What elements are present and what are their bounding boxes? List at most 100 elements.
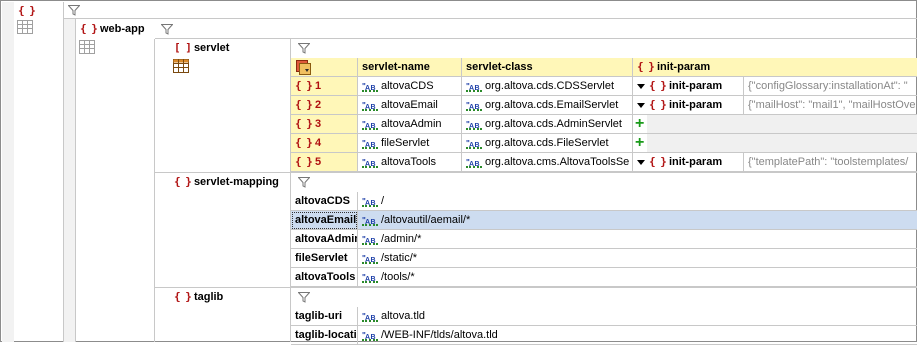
mapping-value-cell[interactable]: " AB/altovautil/aemail/* — [358, 211, 917, 230]
expand-dropdown-icon[interactable] — [637, 83, 645, 89]
object-brace: { } — [174, 290, 192, 303]
servlet-name-value: altovaEmail — [381, 99, 438, 111]
string-type-icon[interactable]: " AB — [466, 80, 482, 93]
string-type-icon[interactable]: " AB — [362, 99, 378, 112]
root-object-brace: { } — [18, 4, 36, 17]
column-header-init-param[interactable]: { } init-param — [633, 58, 917, 77]
string-type-icon[interactable]: " AB — [362, 329, 378, 342]
servlet-class-value: org.altova.cms.AltovaToolsSe — [485, 156, 630, 168]
mapping-value-cell[interactable]: " AB/tools/* — [358, 268, 917, 287]
row-index-cell[interactable]: { } 3 — [291, 115, 358, 134]
filter-icon[interactable] — [298, 292, 310, 303]
table-view-icon[interactable] — [173, 59, 189, 73]
expand-dropdown-icon[interactable] — [637, 159, 645, 165]
column-header-servlet-name[interactable]: servlet-name — [358, 58, 462, 77]
mapping-value-cell[interactable]: " AB/admin/* — [358, 230, 917, 249]
taglib-key-cell[interactable]: taglib-uri — [291, 307, 358, 326]
string-type-icon[interactable]: " AB — [362, 214, 378, 227]
string-type-icon[interactable]: " AB — [466, 118, 482, 131]
object-brace: { } — [295, 136, 313, 149]
string-type-icon[interactable]: " AB — [362, 233, 378, 246]
taglib-value: altova.tld — [381, 310, 426, 322]
init-param-preview: {"configGlossary:installationAt": " — [744, 77, 917, 96]
string-type-icon[interactable]: " AB — [362, 118, 378, 131]
servlet-name-cell[interactable]: " AB altovaEmail — [358, 96, 462, 115]
webapp-gutter — [64, 19, 75, 342]
mapping-key-cell[interactable]: fileServlet — [291, 249, 358, 268]
mapping-value-cell[interactable]: " AB / — [358, 192, 917, 211]
string-type-icon[interactable]: " AB — [362, 310, 378, 323]
table-transpose-icon[interactable] — [296, 60, 312, 75]
string-type-icon[interactable]: " AB — [362, 80, 378, 93]
string-type-icon[interactable]: " AB — [466, 137, 482, 150]
filter-icon[interactable] — [68, 5, 80, 16]
servlet-class-cell[interactable]: " AB org.altova.cds.EmailServlet — [462, 96, 633, 115]
init-param-cell[interactable]: { } init-param — [633, 153, 744, 172]
object-brace: { } — [174, 175, 192, 188]
row-index: 1 — [314, 80, 322, 92]
servlet-node[interactable]: [ ] servlet — [174, 41, 229, 55]
filter-icon[interactable] — [161, 24, 173, 35]
taglib-node[interactable]: { } taglib — [174, 290, 223, 304]
init-param-cell[interactable]: + — [633, 115, 647, 134]
row-index-cell[interactable]: { } 4 — [291, 134, 358, 153]
add-icon[interactable]: + — [635, 115, 644, 132]
table-corner[interactable] — [291, 58, 358, 77]
row-index-cell[interactable]: { } 5 — [291, 153, 358, 172]
webapp-label: web-app — [99, 23, 145, 35]
row-index-cell[interactable]: { } 2 — [291, 96, 358, 115]
servlet-class-value: org.altova.cds.FileServlet — [485, 137, 609, 149]
string-type-icon[interactable]: " AB — [362, 271, 378, 284]
add-icon[interactable]: + — [635, 134, 644, 151]
mapping-key-cell[interactable]: altovaCDS — [291, 192, 358, 211]
grid-view-icon[interactable] — [79, 40, 95, 54]
divider — [155, 287, 917, 288]
string-type-icon[interactable]: " AB — [466, 99, 482, 112]
servlet-name-cell[interactable]: " AB altovaCDS — [358, 77, 462, 96]
init-param-label: init-param — [668, 156, 723, 168]
taglib-key-cell[interactable]: taglib-location — [291, 326, 358, 345]
object-brace: { } — [80, 22, 98, 35]
string-type-icon[interactable]: " AB — [362, 156, 378, 169]
object-brace: { } — [295, 117, 313, 130]
servlet-name-cell[interactable]: " AB altovaTools — [358, 153, 462, 172]
servlet-class-cell[interactable]: " AB org.altova.cds.FileServlet — [462, 134, 633, 153]
servlet-mapping-node[interactable]: { } servlet-mapping — [174, 175, 279, 189]
taglib-value-cell[interactable]: " AB/WEB-INF/tlds/altova.tld — [358, 326, 917, 345]
servlet-class-cell[interactable]: " AB org.altova.cds.AdminServlet — [462, 115, 633, 134]
init-param-cell[interactable]: + — [633, 134, 647, 153]
taglib-value-cell[interactable]: " AB altova.tld — [358, 307, 917, 326]
servlet-name-value: altovaAdmin — [381, 118, 442, 130]
servlet-class-cell[interactable]: " AB org.altova.cms.AltovaToolsSe — [462, 153, 633, 172]
init-param-cell[interactable]: { } init-param — [633, 77, 744, 96]
filter-icon[interactable] — [298, 177, 310, 188]
object-brace: { } — [649, 79, 667, 92]
mapping-key-cell[interactable]: altovaTools — [291, 268, 358, 287]
mapping-value-cell[interactable]: " AB/static/* — [358, 249, 917, 268]
servlet-class-cell[interactable]: " AB org.altova.cds.CDSServlet — [462, 77, 633, 96]
string-type-icon[interactable]: " AB — [466, 156, 482, 169]
string-type-icon[interactable]: " AB — [362, 195, 378, 208]
string-type-icon[interactable]: " AB — [362, 252, 378, 265]
mapping-key-cell[interactable]: altovaAdmin — [291, 230, 358, 249]
servlet-name-cell[interactable]: " AB fileServlet — [358, 134, 462, 153]
servlet-name-value: fileServlet — [381, 137, 430, 149]
expand-dropdown-icon[interactable] — [637, 102, 645, 108]
column-header-servlet-class[interactable]: servlet-class — [462, 58, 633, 77]
init-param-cell[interactable]: { } init-param — [633, 96, 744, 115]
row-index: 3 — [314, 118, 322, 130]
webapp-node[interactable]: { } web-app — [80, 22, 145, 36]
divider — [75, 19, 76, 342]
filter-icon[interactable] — [298, 43, 310, 54]
servlet-mapping-label: servlet-mapping — [193, 176, 279, 188]
divider — [154, 39, 155, 342]
object-brace: { } — [295, 79, 313, 92]
servlet-label: servlet — [193, 42, 230, 54]
row-index-cell[interactable]: { } 1 — [291, 77, 358, 96]
string-type-icon[interactable]: " AB — [362, 137, 378, 150]
servlet-class-value: org.altova.cds.EmailServlet — [485, 99, 619, 111]
grid-view-icon[interactable] — [17, 20, 33, 34]
object-brace: { } — [295, 155, 313, 168]
servlet-name-cell[interactable]: " AB altovaAdmin — [358, 115, 462, 134]
mapping-key-cell[interactable]: altovaEmail — [291, 211, 358, 230]
